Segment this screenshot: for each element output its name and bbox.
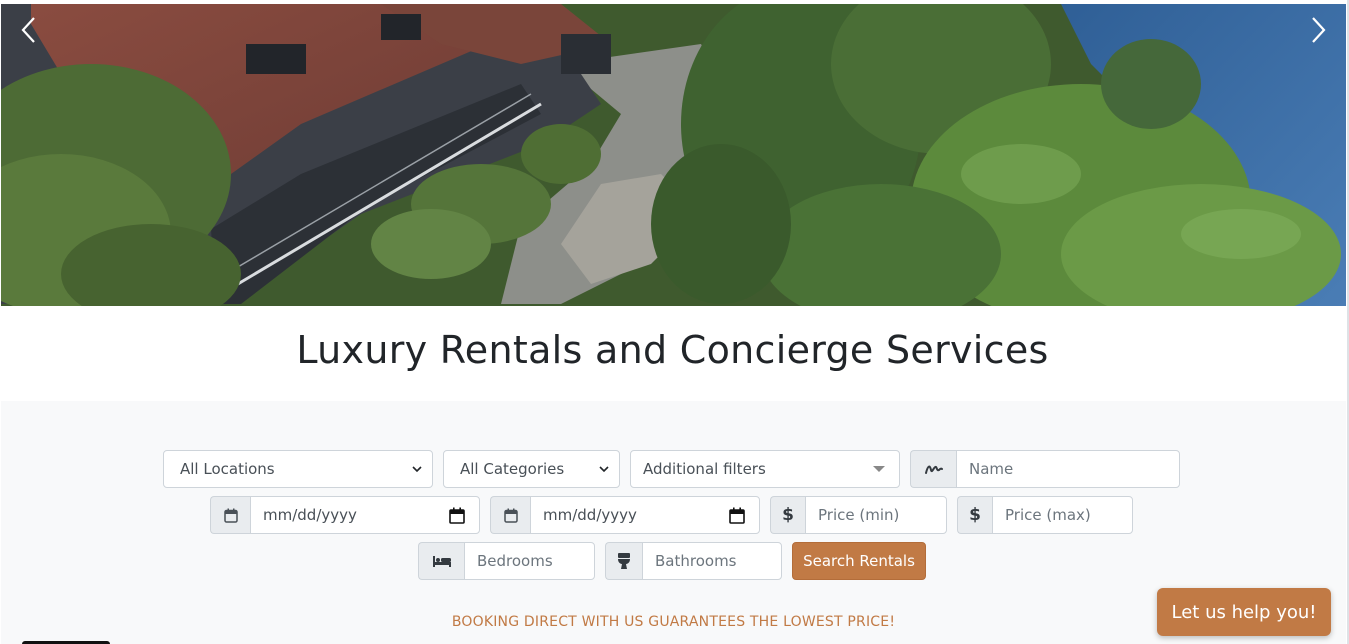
price-max-group: $ Price (max) [957, 496, 1133, 534]
price-max-input[interactable]: Price (max) [992, 496, 1133, 534]
help-chat-button[interactable]: Let us help you! [1157, 588, 1331, 636]
calendar-picker-icon[interactable] [729, 507, 745, 524]
caret-down-icon [873, 466, 885, 472]
name-input-group: Name [910, 450, 1180, 488]
chevron-left-icon [21, 17, 35, 43]
bathrooms-input[interactable]: Bathrooms [642, 542, 782, 580]
page-title: Luxury Rentals and Concierge Services [296, 328, 1049, 372]
checkin-date-value: mm/dd/yyyy [263, 506, 357, 524]
carousel-next-button[interactable] [1304, 12, 1334, 48]
hero-image [1, 4, 1346, 306]
chevron-right-icon [1312, 17, 1326, 43]
rental-search-form: All Locations All Categories Additional … [1, 401, 1346, 644]
additional-filters-label: Additional filters [643, 460, 766, 478]
dollar-icon: $ [957, 496, 992, 534]
bedrooms-group: Bedrooms [418, 542, 595, 580]
chevron-down-icon [412, 466, 422, 473]
carousel-prev-button[interactable] [13, 12, 43, 48]
location-select[interactable]: All Locations [163, 450, 433, 488]
lowest-price-guarantee: BOOKING DIRECT WITH US GUARANTEES THE LO… [451, 614, 896, 630]
price-min-input[interactable]: Price (min) [805, 496, 947, 534]
calendar-icon [210, 496, 250, 534]
chevron-down-icon [599, 466, 609, 473]
category-select-value: All Categories [460, 460, 565, 478]
checkout-date-value: mm/dd/yyyy [543, 506, 637, 524]
additional-filters-dropdown[interactable]: Additional filters [630, 450, 900, 488]
bedrooms-input[interactable]: Bedrooms [464, 542, 595, 580]
search-rentals-button[interactable]: Search Rentals [792, 542, 926, 580]
dollar-icon: $ [770, 496, 805, 534]
calendar-picker-icon[interactable] [449, 507, 465, 524]
name-input[interactable]: Name [956, 450, 1180, 488]
signature-icon [910, 450, 956, 488]
location-select-value: All Locations [180, 460, 275, 478]
checkin-date-group: mm/dd/yyyy [210, 496, 480, 534]
bed-icon [418, 542, 464, 580]
hero-carousel [1, 4, 1346, 306]
checkout-date-group: mm/dd/yyyy [490, 496, 760, 534]
calendar-icon [490, 496, 530, 534]
price-min-group: $ Price (min) [770, 496, 947, 534]
bathrooms-group: Bathrooms [605, 542, 782, 580]
checkin-date-input[interactable]: mm/dd/yyyy [250, 496, 480, 534]
category-select[interactable]: All Categories [443, 450, 620, 488]
toilet-icon [605, 542, 642, 580]
checkout-date-input[interactable]: mm/dd/yyyy [530, 496, 760, 534]
